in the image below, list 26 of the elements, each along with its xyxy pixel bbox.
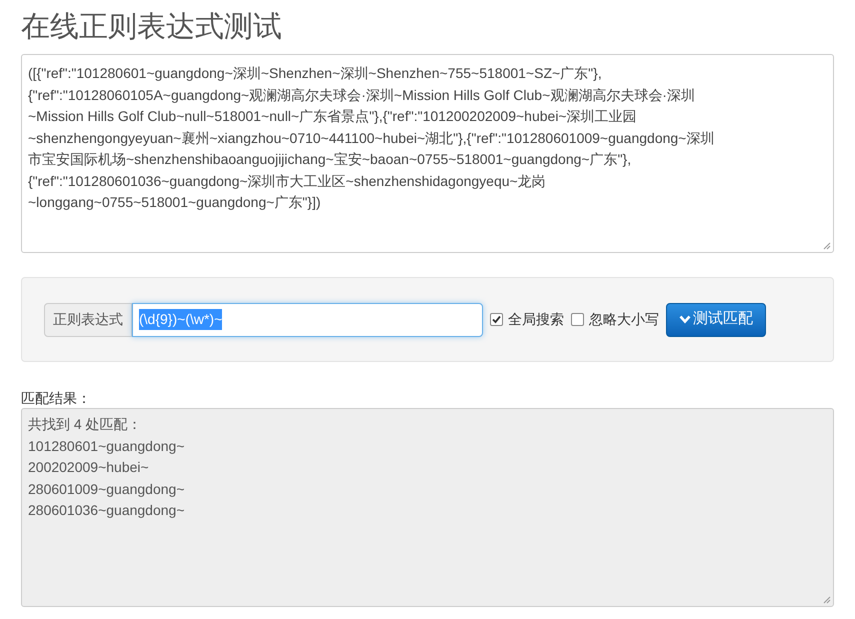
source-text-line: {"ref":"101280601036~guangdong~深圳市大工业区~shenzhenshidagongyequ~龙岗 — [28, 172, 547, 191]
result-label: 匹配结果： — [21, 389, 92, 408]
resize-grip-icon[interactable] — [823, 242, 831, 250]
regex-input-field[interactable]: (\d{9})~(\w*)~ — [132, 302, 483, 336]
checkbox[interactable] — [571, 313, 584, 326]
regex-addon-label: 正则表达式 — [44, 302, 132, 336]
page-title: 在线正则表达式测试 — [21, 10, 283, 45]
option-label: 全局搜索 — [508, 310, 564, 329]
result-line: 280601009~guangdong~ — [28, 480, 186, 499]
option-label: 忽略大小写 — [589, 310, 659, 329]
source-text-line: ~Mission Hills Golf Club~null~518001~null~广东省景点"},{"ref":"101200202009~hubei~深圳工业园 — [28, 107, 638, 126]
result-line: 共找到 4 处匹配： — [28, 415, 143, 434]
checkmark-icon — [492, 315, 501, 324]
source-text-area[interactable] — [21, 54, 834, 253]
source-text-line: ~shenzhengongyeyuan~襄州~xiangzhou~0710~441100~hubei~湖北"},{"ref":"101280601009~guangdong~深圳 — [28, 128, 716, 148]
result-line: 280601036~guangdong~ — [28, 501, 186, 520]
result-line: 101280601~guangdong~ — [28, 436, 186, 456]
resize-grip-icon[interactable] — [823, 596, 831, 604]
source-text-line: 市宝安国际机场~shenzhenshibaoanguojijichang~宝安~baoan~0755~518001~guangdong~广东"}, — [28, 150, 632, 169]
result-line: 200202009~hubei~ — [28, 458, 150, 477]
test-match-button[interactable]: 测试匹配 — [666, 302, 766, 336]
source-text-line: ~longgang~0755~518001~guangdong~广东"}]) — [28, 193, 322, 212]
checkbox[interactable] — [490, 313, 503, 326]
source-text-line: ([{"ref":"101280601~guangdong~深圳~Shenzhen~深圳~Shenzhen~755~518001~SZ~广东"}, — [28, 64, 603, 83]
chevron-down-icon — [679, 315, 691, 324]
source-text-line: {"ref":"10128060105A~guangdong~观澜湖高尔夫球会·深圳~Mission Hills Golf Club~观澜湖高尔夫球会·深圳 — [28, 86, 696, 105]
